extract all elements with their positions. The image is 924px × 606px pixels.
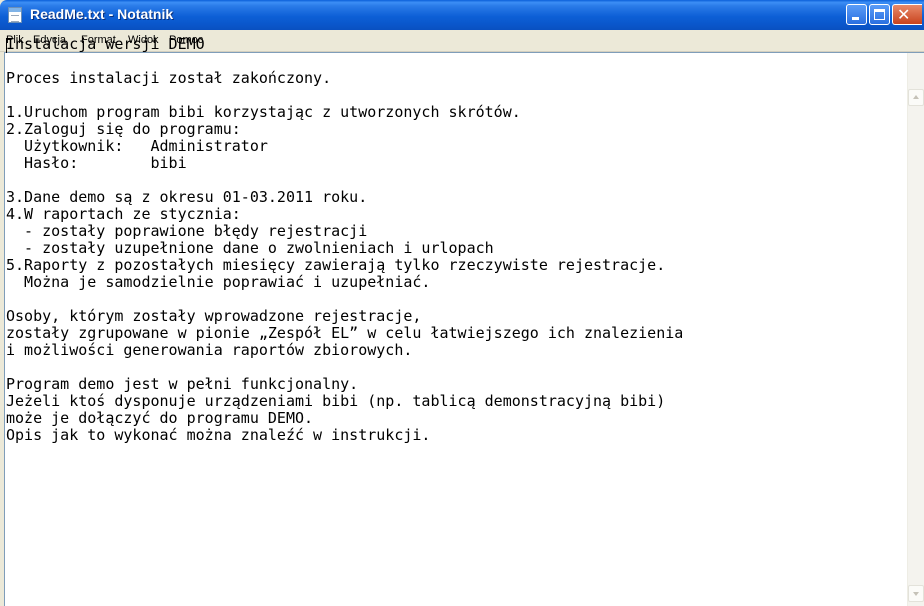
maximize-button[interactable] [869, 4, 890, 25]
document-text[interactable]: Instalacja wersji DEMO Proces instalacji… [6, 36, 896, 596]
arrow-down-icon [913, 592, 919, 596]
close-icon: ✕ [897, 5, 911, 24]
arrow-up-icon [913, 95, 919, 99]
title-bar[interactable]: ReadMe.txt - Notatnik ✕ [0, 0, 924, 30]
minimize-button[interactable] [846, 4, 867, 25]
maximize-icon [874, 9, 885, 20]
scroll-up-button[interactable] [908, 89, 924, 106]
vertical-scrollbar[interactable] [907, 53, 924, 606]
text-caret [6, 38, 7, 53]
minimize-icon [852, 17, 859, 20]
window-title: ReadMe.txt - Notatnik [30, 6, 174, 22]
scroll-down-button[interactable] [908, 585, 924, 602]
notepad-icon[interactable] [8, 7, 22, 23]
notepad-window: ReadMe.txt - Notatnik ✕ Plik Edycja Form… [0, 0, 924, 606]
close-button[interactable]: ✕ [892, 4, 922, 25]
